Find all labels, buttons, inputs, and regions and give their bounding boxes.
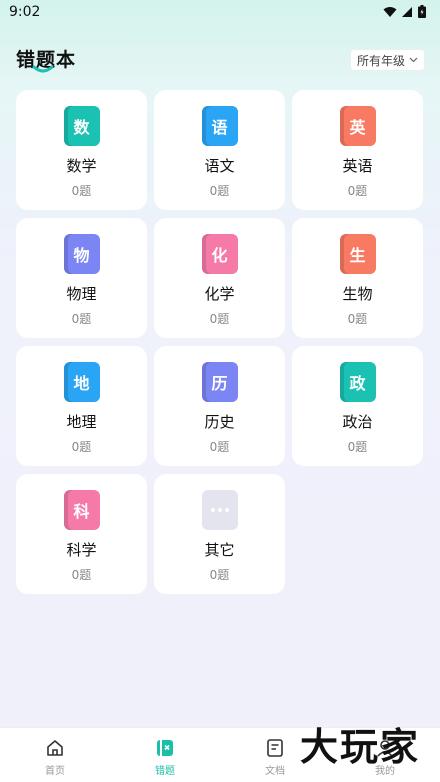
subject-name: 生物 [342, 285, 373, 303]
subject-name: 政治 [342, 413, 373, 431]
subject-count: 0题 [71, 568, 92, 582]
math-icon: 数 [63, 106, 100, 146]
status-icons [383, 5, 426, 18]
subject-name: 化学 [204, 285, 235, 303]
subject-count: 0题 [347, 440, 368, 454]
subject-count: 0题 [209, 568, 230, 582]
subject-count: 0题 [347, 312, 368, 326]
wrongbook-icon [157, 740, 173, 756]
subject-count: 0题 [71, 440, 92, 454]
subject-count: 0题 [71, 184, 92, 198]
nav-label: 错题 [155, 766, 175, 777]
chinese-icon: 语 [201, 106, 238, 146]
chevron-down-icon [409, 57, 418, 63]
subject-card-chinese[interactable]: 语 语文 0题 [154, 90, 285, 210]
subject-card-history[interactable]: 历 历史 0题 [154, 346, 285, 466]
title-underline-decoration [32, 65, 54, 73]
cell-signal-icon [402, 6, 412, 17]
subject-card-physics[interactable]: 物 物理 0题 [16, 218, 147, 338]
subject-name: 历史 [204, 413, 235, 431]
watermark: 大玩家 [300, 725, 421, 769]
physics-icon: 物 [63, 234, 100, 274]
chemistry-icon: 化 [201, 234, 238, 274]
subject-card-english[interactable]: 英 英语 0题 [292, 90, 423, 210]
subject-card-geography[interactable]: 地 地理 0题 [16, 346, 147, 466]
biology-icon: 生 [339, 234, 376, 274]
nav-home[interactable]: 首页 [0, 728, 110, 782]
subject-card-science[interactable]: 科 科学 0题 [16, 474, 147, 594]
more-dots-icon [201, 490, 238, 530]
subject-card-other[interactable]: 其它 0题 [154, 474, 285, 594]
subject-name: 物理 [66, 285, 97, 303]
english-icon: 英 [339, 106, 376, 146]
subject-name: 地理 [66, 413, 97, 431]
subject-card-politics[interactable]: 政 政治 0题 [292, 346, 423, 466]
subject-grid: 数 数学 0题 语 语文 0题 英 英语 0题 物 物理 0题 化 化学 0题 … [16, 90, 424, 594]
subject-name: 其它 [204, 541, 235, 559]
subject-name: 英语 [342, 157, 373, 175]
subject-count: 0题 [71, 312, 92, 326]
nav-label: 文档 [265, 766, 285, 777]
status-bar: 9:02 [0, 0, 440, 26]
subject-card-chemistry[interactable]: 化 化学 0题 [154, 218, 285, 338]
subject-count: 0题 [209, 440, 230, 454]
subject-name: 科学 [66, 541, 97, 559]
politics-icon: 政 [339, 362, 376, 402]
subject-count: 0题 [347, 184, 368, 198]
grade-select-label: 所有年级 [356, 53, 405, 68]
geography-icon: 地 [63, 362, 100, 402]
home-icon [47, 740, 63, 756]
nav-label: 首页 [45, 766, 65, 777]
subject-card-math[interactable]: 数 数学 0题 [16, 90, 147, 210]
grade-select[interactable]: 所有年级 [350, 50, 424, 70]
subject-count: 0题 [209, 184, 230, 198]
subject-card-biology[interactable]: 生 生物 0题 [292, 218, 423, 338]
nav-wrongbook[interactable]: 错题 [110, 728, 220, 782]
wifi-icon [383, 6, 397, 17]
science-icon: 科 [63, 490, 100, 530]
subject-name: 语文 [204, 157, 235, 175]
battery-icon [418, 5, 426, 18]
status-time: 9:02 [9, 4, 41, 20]
subject-name: 数学 [66, 157, 97, 175]
history-icon: 历 [201, 362, 238, 402]
subject-count: 0题 [209, 312, 230, 326]
document-icon [267, 739, 283, 757]
